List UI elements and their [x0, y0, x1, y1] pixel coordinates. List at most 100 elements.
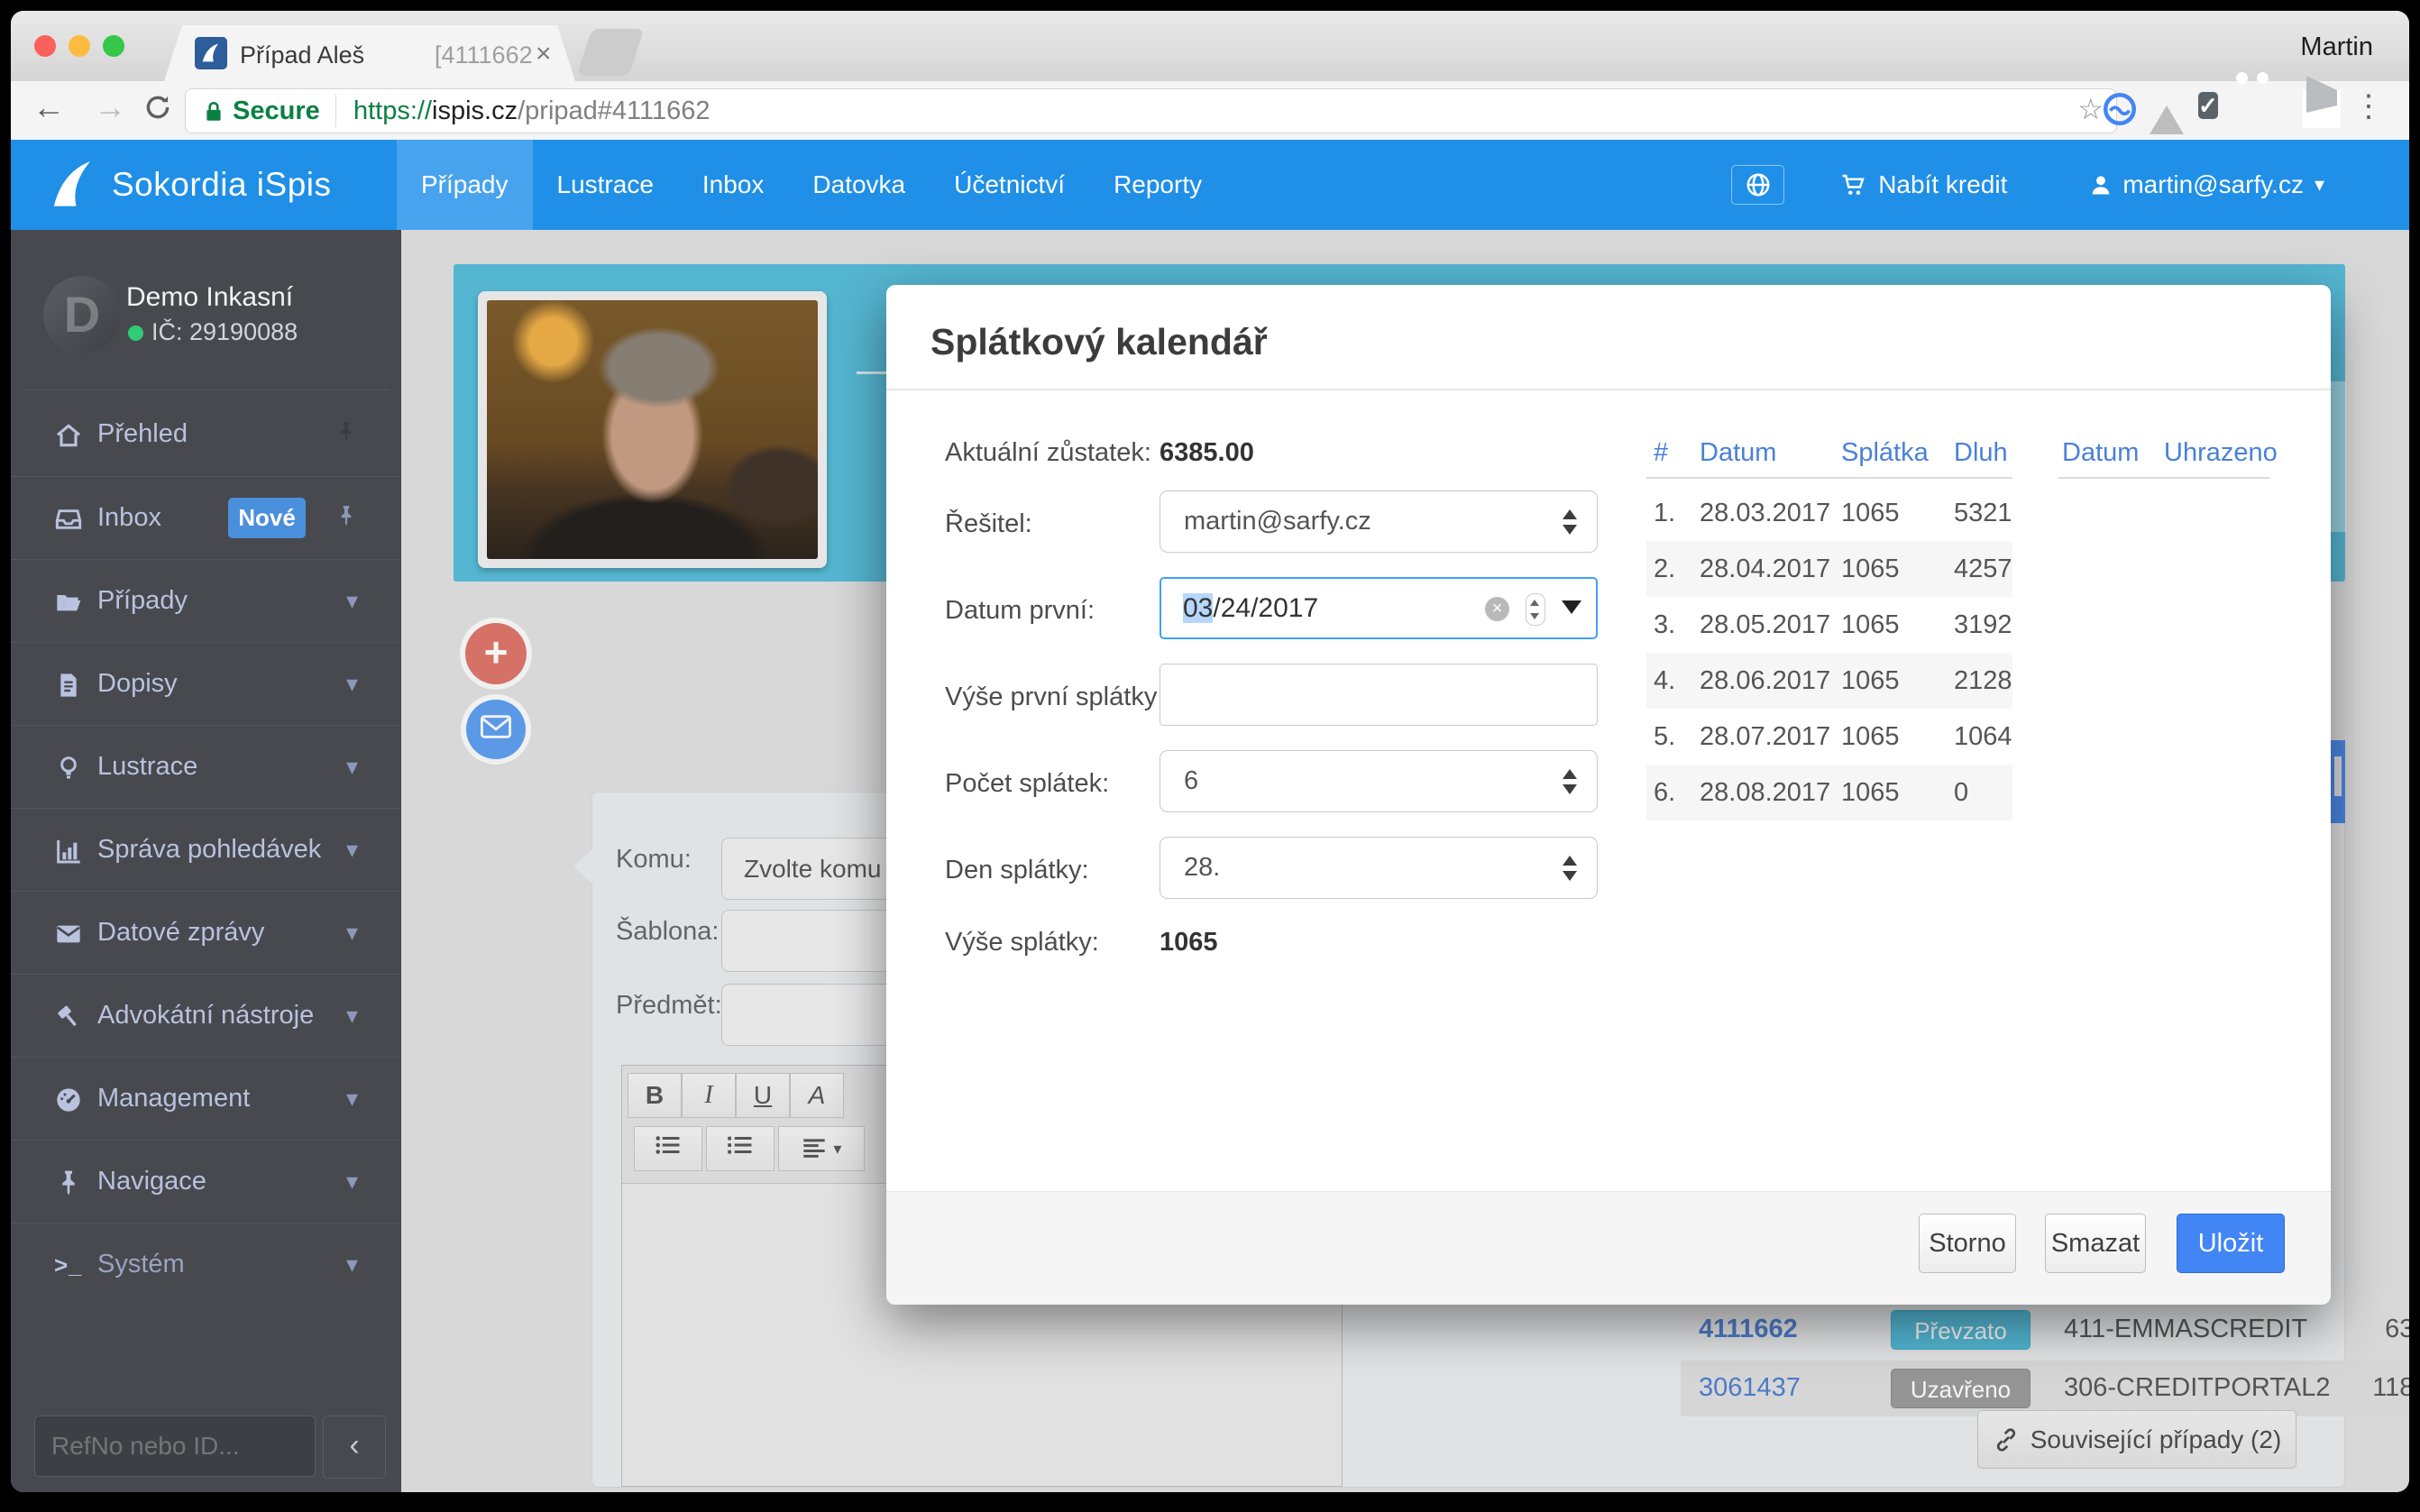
- sidebar-item-label: Advokátní nástroje: [97, 1001, 314, 1031]
- url-scheme: https://: [353, 96, 432, 125]
- modal-footer: Storno Smazat Uložit: [886, 1191, 2331, 1305]
- schedule-col-date[interactable]: Datum: [1700, 438, 1776, 468]
- calendar-dropdown-icon[interactable]: [1562, 600, 1581, 614]
- url-text[interactable]: https://ispis.cz/pripad#4111662: [353, 96, 710, 126]
- save-button[interactable]: Uložit: [2177, 1214, 2285, 1273]
- row-installment: 1065: [1841, 722, 1900, 752]
- lightbulb-icon: [54, 754, 83, 787]
- tab-close-icon[interactable]: ×: [536, 39, 552, 69]
- row-installment: 1065: [1841, 778, 1900, 808]
- payment-calendar-modal: Splátkový kalendář Aktuální zůstatek: 63…: [886, 285, 2331, 1305]
- new-tab-button[interactable]: [577, 29, 645, 76]
- sidebar-item-pripady[interactable]: Případy ▾: [11, 559, 401, 643]
- inbox-icon: [54, 505, 83, 538]
- row-debt: 5321: [1954, 499, 2012, 528]
- credit-button[interactable]: Nabít kredit: [1840, 170, 2007, 199]
- url-bar[interactable]: Secure https://ispis.cz/pripad#4111662 ☆: [185, 88, 2117, 133]
- org-avatar: D: [43, 276, 121, 353]
- envelope-icon: [54, 920, 83, 953]
- new-badge: Nové: [228, 498, 306, 538]
- screenshot-root: Případ Aleš [4111662 × Martin ← → Secure…: [0, 0, 2420, 1512]
- sidebar-item-datove-zpravy[interactable]: Datové zprávy ▾: [11, 891, 401, 975]
- inbox-extension-icon[interactable]: ✓: [2198, 90, 2236, 128]
- minimize-window-button[interactable]: [69, 35, 90, 57]
- sidebar-item-label: Systém: [97, 1250, 185, 1279]
- chevron-down-icon: ▾: [346, 1002, 358, 1030]
- chevron-down-icon: ▾: [346, 753, 358, 781]
- reload-icon[interactable]: [142, 92, 173, 131]
- sidebar-item-prehled[interactable]: Přehled: [11, 393, 401, 476]
- nav-item-reporty[interactable]: Reporty: [1089, 140, 1226, 230]
- nav-right-controls: Nabít kredit martin@sarfy.cz ▾: [1731, 140, 2409, 230]
- browser-tab[interactable]: Případ Aleš [4111662 ×: [164, 25, 575, 81]
- sidebar-collapse-button[interactable]: ‹: [323, 1416, 386, 1479]
- extension-icon-2[interactable]: [2252, 90, 2290, 128]
- schedule-col-num[interactable]: #: [1654, 438, 1668, 468]
- tab-title: Případ Aleš: [240, 41, 364, 69]
- url-path: /pripad#4111662: [518, 96, 710, 125]
- first-date-label: Datum první:: [945, 596, 1095, 626]
- delete-button[interactable]: Smazat: [2045, 1214, 2146, 1273]
- schedule-col-installment[interactable]: Splátka: [1841, 438, 1929, 468]
- row-num: 6.: [1654, 778, 1675, 808]
- pin-icon[interactable]: [335, 504, 358, 534]
- extension-icon-1[interactable]: [2101, 90, 2139, 128]
- status-dot: [128, 325, 143, 341]
- sidebar-item-label: Přehled: [97, 419, 188, 449]
- nav-item-lustrace[interactable]: Lustrace: [533, 140, 678, 230]
- sidebar-item-navigace[interactable]: Navigace ▾: [11, 1140, 401, 1223]
- payments-col-date[interactable]: Datum: [2062, 438, 2139, 468]
- chevron-down-icon: ▾: [346, 836, 358, 864]
- sidebar-item-label: Případy: [97, 586, 188, 616]
- chevron-down-icon: ▾: [346, 1085, 358, 1113]
- row-debt: 4257: [1954, 554, 2012, 584]
- zoom-window-button[interactable]: [103, 35, 124, 57]
- sidebar-item-sprava-pohledavek[interactable]: Správa pohledávek ▾: [11, 808, 401, 892]
- row-num: 2.: [1654, 554, 1675, 584]
- credit-label: Nabít kredit: [1878, 170, 2007, 199]
- back-icon[interactable]: ←: [32, 88, 65, 126]
- solver-label: Řešitel:: [945, 509, 1032, 539]
- language-globe-button[interactable]: [1731, 165, 1784, 205]
- row-installment: 1065: [1841, 499, 1900, 528]
- payments-col-paid[interactable]: Uhrazeno: [2164, 438, 2278, 468]
- browser-menu-icon[interactable]: ⋮: [2353, 88, 2384, 124]
- sidebar-divider: [23, 389, 389, 390]
- count-select[interactable]: 6: [1160, 750, 1598, 812]
- user-menu[interactable]: martin@sarfy.cz ▾: [2088, 170, 2324, 199]
- tab-title-suffix: [4111662: [435, 41, 533, 69]
- paper-plane-extension-icon[interactable]: [2303, 90, 2341, 128]
- sidebar-item-inbox[interactable]: Inbox Nové: [11, 476, 401, 560]
- sidebar-item-lustrace[interactable]: Lustrace ▾: [11, 725, 401, 809]
- nav-item-ucetnictvi[interactable]: Účetnictví: [930, 140, 1089, 230]
- refno-search-input[interactable]: [34, 1416, 316, 1477]
- sidebar-item-advokatni-nastroje[interactable]: Advokátní nástroje ▾: [11, 974, 401, 1058]
- sidebar-item-management[interactable]: Management ▾: [11, 1057, 401, 1141]
- clear-icon[interactable]: ×: [1485, 597, 1509, 621]
- cancel-button[interactable]: Storno: [1919, 1214, 2016, 1273]
- solver-select[interactable]: martin@sarfy.cz: [1160, 490, 1598, 553]
- day-select[interactable]: 28.: [1160, 837, 1598, 899]
- app-brand[interactable]: Sokordia iSpis: [47, 140, 332, 230]
- close-window-button[interactable]: [34, 35, 56, 57]
- pin-icon[interactable]: [335, 420, 358, 450]
- schedule-col-debt[interactable]: Dluh: [1954, 438, 2008, 468]
- org-id: IČ: 29190088: [151, 318, 298, 346]
- nav-item-pripady[interactable]: Případy: [397, 140, 533, 230]
- drive-extension-icon[interactable]: [2150, 90, 2187, 128]
- modal-divider: [886, 389, 2331, 390]
- folder-icon: [54, 588, 83, 621]
- first-date-input[interactable]: 03/24/2017 ×: [1160, 577, 1598, 639]
- sidebar-item-system[interactable]: >_ Systém ▾: [11, 1223, 401, 1306]
- nav-item-datovka[interactable]: Datovka: [788, 140, 930, 230]
- first-amount-input[interactable]: [1160, 664, 1598, 726]
- bookmark-star-icon[interactable]: ☆: [2077, 92, 2104, 126]
- sidebar-item-dopisy[interactable]: Dopisy ▾: [11, 642, 401, 726]
- nav-item-inbox[interactable]: Inbox: [678, 140, 789, 230]
- pin-icon: [54, 1168, 83, 1202]
- forward-icon: →: [94, 88, 126, 126]
- row-debt: 3192: [1954, 610, 2012, 640]
- chevron-down-icon: ▾: [346, 587, 358, 615]
- row-installment: 1065: [1841, 610, 1900, 640]
- stepper-icon[interactable]: [1526, 593, 1545, 626]
